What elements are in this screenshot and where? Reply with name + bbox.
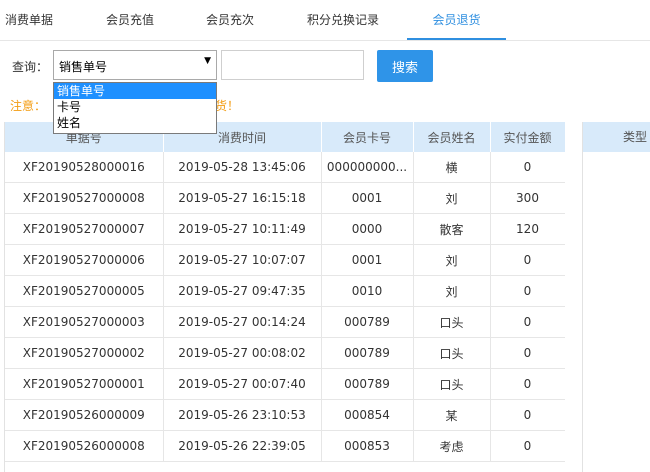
cell-time: 2019-05-27 00:14:24 [163, 306, 322, 338]
tab-member-recharge[interactable]: 会员充值 [95, 0, 165, 40]
cell-member-name: 口头 [413, 306, 491, 338]
column-header-member-name[interactable]: 会员姓名 [413, 122, 491, 152]
search-button[interactable]: 搜索 [377, 50, 433, 82]
cell-member-name: 刘 [413, 275, 491, 307]
cell-member-name: 某 [413, 399, 491, 431]
table-row[interactable]: XF20190526000009 2019-05-26 23:10:53 000… [5, 399, 565, 431]
query-label: 查询： [12, 60, 49, 74]
cell-receipt-no: XF20190527000008 [5, 182, 164, 214]
cell-time: 2019-05-27 10:07:07 [163, 244, 322, 276]
search-field-select[interactable]: 销售单号 ▼ [53, 50, 217, 80]
cell-member-name: 散客 [413, 213, 491, 245]
tab-consumption-receipts[interactable]: 消费单据 [0, 0, 58, 40]
dropdown-option-order-number[interactable]: 销售单号 [54, 83, 216, 99]
cell-receipt-no: XF20190526000008 [5, 430, 164, 462]
table-row[interactable]: XF20190527000006 2019-05-27 10:07:07 000… [5, 244, 565, 276]
tab-bar: 消费单据 会员充值 会员充次 积分兑换记录 会员退货 [0, 0, 650, 41]
returns-table: 单据号 消费时间 会员卡号 会员姓名 实付金额 XF20190528000016… [4, 122, 565, 472]
cell-member-name: 考虑 [413, 430, 491, 462]
chevron-down-icon: ▼ [204, 56, 211, 66]
column-header-type[interactable]: 类型 [583, 122, 650, 152]
cell-card-no: 000789 [321, 306, 414, 338]
cell-paid-amount: 0 [490, 368, 565, 400]
column-header-card-no[interactable]: 会员卡号 [321, 122, 414, 152]
search-input[interactable] [221, 50, 364, 80]
cell-paid-amount: 120 [490, 213, 565, 245]
cell-paid-amount: 0 [490, 306, 565, 338]
cell-member-name: 口头 [413, 337, 491, 369]
cell-paid-amount: 0 [490, 430, 565, 462]
cell-member-name: 刘 [413, 182, 491, 214]
cell-card-no: 000853 [321, 430, 414, 462]
cell-card-no: 000789 [321, 337, 414, 369]
dropdown-option-card-number[interactable]: 卡号 [54, 99, 216, 115]
cell-time: 2019-05-27 00:08:02 [163, 337, 322, 369]
table-row[interactable]: XF20190527000003 2019-05-27 00:14:24 000… [5, 306, 565, 338]
cell-receipt-no: XF20190527000001 [5, 368, 164, 400]
search-field-dropdown: 销售单号 卡号 姓名 [53, 82, 217, 134]
cell-card-no: 0010 [321, 275, 414, 307]
cell-paid-amount: 0 [490, 244, 565, 276]
cell-time: 2019-05-26 23:10:53 [163, 399, 322, 431]
tab-member-count-recharge[interactable]: 会员充次 [195, 0, 265, 40]
table-row[interactable]: XF20190528000016 2019-05-28 13:45:06 000… [5, 152, 565, 183]
detail-panel: 类型 [582, 122, 650, 472]
cell-time: 2019-05-28 13:45:06 [163, 152, 322, 183]
cell-receipt-no: XF20190527000003 [5, 306, 164, 338]
select-value: 销售单号 [59, 60, 108, 74]
table-row[interactable]: XF20190527000008 2019-05-27 16:15:18 000… [5, 182, 565, 214]
cell-paid-amount: 0 [490, 275, 565, 307]
cell-card-no: 0000 [321, 213, 414, 245]
warning-note: 注意： 货！ [10, 97, 239, 114]
cell-paid-amount: 0 [490, 399, 565, 431]
cell-member-name: 横 [413, 152, 491, 183]
cell-paid-amount: 0 [490, 337, 565, 369]
cell-card-no: 000854 [321, 399, 414, 431]
cell-card-no: 0001 [321, 182, 414, 214]
tab-member-returns[interactable]: 会员退货 [407, 0, 506, 40]
cell-time: 2019-05-27 16:15:18 [163, 182, 322, 214]
tab-points-exchange-records[interactable]: 积分兑换记录 [297, 0, 389, 40]
cell-card-no: 000789 [321, 368, 414, 400]
table-row[interactable]: XF20190526000008 2019-05-26 22:39:05 000… [5, 430, 565, 462]
table-row[interactable]: XF20190527000002 2019-05-27 00:08:02 000… [5, 337, 565, 369]
cell-receipt-no: XF20190528000016 [5, 152, 164, 183]
cell-paid-amount: 300 [490, 182, 565, 214]
cell-member-name: 刘 [413, 244, 491, 276]
cell-receipt-no: XF20190527000007 [5, 213, 164, 245]
table-row[interactable]: XF20190527000001 2019-05-27 00:07:40 000… [5, 368, 565, 400]
cell-receipt-no: XF20190527000002 [5, 337, 164, 369]
cell-card-no: 000000000... [321, 152, 414, 183]
cell-time: 2019-05-27 10:11:49 [163, 213, 322, 245]
cell-card-no: 0001 [321, 244, 414, 276]
note-prefix: 注意： [10, 99, 47, 113]
table-row[interactable]: XF20190527000005 2019-05-27 09:47:35 001… [5, 275, 565, 307]
cell-paid-amount: 0 [490, 152, 565, 183]
cell-time: 2019-05-27 09:47:35 [163, 275, 322, 307]
column-header-paid-amount[interactable]: 实付金额 [490, 122, 565, 152]
dropdown-option-name[interactable]: 姓名 [54, 115, 216, 131]
table-row[interactable]: XF20190527000007 2019-05-27 10:11:49 000… [5, 213, 565, 245]
note-suffix: 货！ [215, 99, 240, 113]
cell-time: 2019-05-27 00:07:40 [163, 368, 322, 400]
cell-receipt-no: XF20190527000005 [5, 275, 164, 307]
cell-receipt-no: XF20190527000006 [5, 244, 164, 276]
cell-time: 2019-05-26 22:39:05 [163, 430, 322, 462]
cell-receipt-no: XF20190526000009 [5, 399, 164, 431]
cell-member-name: 口头 [413, 368, 491, 400]
